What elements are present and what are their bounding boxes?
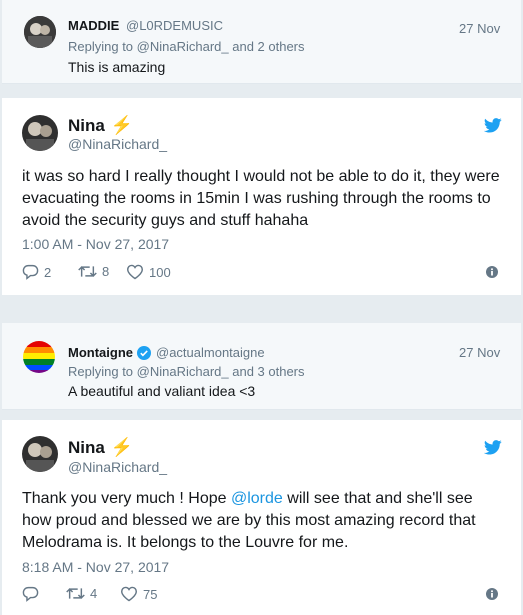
avatar-photo-icon — [22, 436, 58, 472]
author-row: Nina ⚡ — [68, 115, 133, 136]
avatar-photo-icon — [22, 115, 58, 151]
like-button[interactable]: 100 — [126, 264, 171, 280]
tweet-timestamp[interactable]: 8:18 AM - Nov 27, 2017 — [22, 559, 169, 575]
reply-count: 2 — [44, 264, 52, 280]
author-name[interactable]: Nina — [68, 116, 105, 136]
avatar[interactable] — [24, 16, 56, 48]
tweet-text: Thank you very much ! Hope @lorde will s… — [22, 488, 502, 554]
replying-suffix[interactable]: and 3 others — [229, 364, 304, 379]
tweet-text: it was so hard I really thought I would … — [22, 168, 500, 229]
rainbow-flag-avatar-icon — [23, 341, 55, 373]
tweet-card-nina-1: Nina ⚡ @NinaRichard_ it was so hard I re… — [2, 98, 521, 295]
reply-button[interactable]: 2 — [22, 264, 51, 280]
avatar[interactable] — [22, 115, 58, 151]
retweet-count: 8 — [102, 264, 110, 279]
retweet-button[interactable]: 4 — [66, 586, 97, 601]
replying-suffix[interactable]: and 2 others — [229, 39, 304, 54]
reply-button[interactable] — [22, 586, 44, 602]
info-icon[interactable] — [486, 588, 498, 600]
reply-icon — [22, 264, 39, 280]
author-handle[interactable]: @actualmontaigne — [156, 345, 265, 360]
replying-user-link[interactable]: @NinaRichard_ — [137, 364, 229, 379]
replying-to: Replying to @NinaRichard_ and 2 others — [68, 39, 305, 54]
verified-badge-icon — [137, 345, 151, 360]
heart-icon — [126, 264, 144, 280]
replying-prefix: Replying to — [68, 364, 137, 379]
author-name[interactable]: Montaigne — [68, 345, 133, 360]
author-row: Nina ⚡ — [68, 437, 133, 458]
reply-icon — [22, 586, 39, 602]
replying-user-link[interactable]: @NinaRichard_ — [137, 39, 229, 54]
avatar[interactable] — [22, 436, 58, 472]
tweet-text-start: Thank you very much ! Hope — [22, 490, 231, 507]
like-button[interactable]: 75 — [120, 586, 157, 602]
author-name[interactable]: MADDIE — [68, 18, 119, 33]
info-icon[interactable] — [486, 266, 498, 278]
reply-card-montaigne[interactable]: Montaigne @actualmontaigne 27 Nov Replyi… — [2, 323, 521, 410]
retweet-icon — [66, 588, 85, 599]
tweet-timestamp[interactable]: 1:00 AM - Nov 27, 2017 — [22, 236, 169, 252]
tweet-card-nina-2: Nina ⚡ @NinaRichard_ Thank you very much… — [2, 420, 521, 615]
reply-text: This is amazing — [68, 59, 166, 75]
author-handle[interactable]: @NinaRichard_ — [68, 459, 167, 475]
author-handle[interactable]: @NinaRichard_ — [68, 136, 167, 152]
replying-to: Replying to @NinaRichard_ and 3 others — [68, 364, 305, 379]
retweet-icon — [78, 266, 97, 277]
like-count: 100 — [149, 264, 171, 280]
reply-card-maddie[interactable]: MADDIE @L0RDEMUSIC 27 Nov Replying to @N… — [2, 0, 521, 84]
author-name[interactable]: Nina — [68, 438, 105, 458]
replying-prefix: Replying to — [68, 39, 137, 54]
twitter-bird-icon[interactable] — [484, 118, 502, 133]
retweet-button[interactable]: 8 — [78, 264, 109, 279]
reply-text: A beautiful and valiant idea <3 — [68, 383, 256, 399]
retweet-count: 4 — [90, 586, 98, 601]
tweet-date[interactable]: 27 Nov — [459, 21, 500, 36]
lightning-badge-icon: ⚡ — [110, 115, 134, 135]
like-count: 75 — [143, 586, 158, 602]
mention-link[interactable]: @lorde — [231, 490, 283, 507]
heart-icon — [120, 586, 138, 602]
author-row: Montaigne @actualmontaigne — [68, 345, 265, 360]
lightning-badge-icon: ⚡ — [110, 437, 134, 457]
avatar[interactable] — [23, 341, 55, 373]
author-handle[interactable]: @L0RDEMUSIC — [126, 18, 223, 33]
twitter-bird-icon[interactable] — [484, 440, 502, 455]
avatar-photo-icon — [24, 16, 56, 48]
tweet-date[interactable]: 27 Nov — [459, 345, 500, 360]
